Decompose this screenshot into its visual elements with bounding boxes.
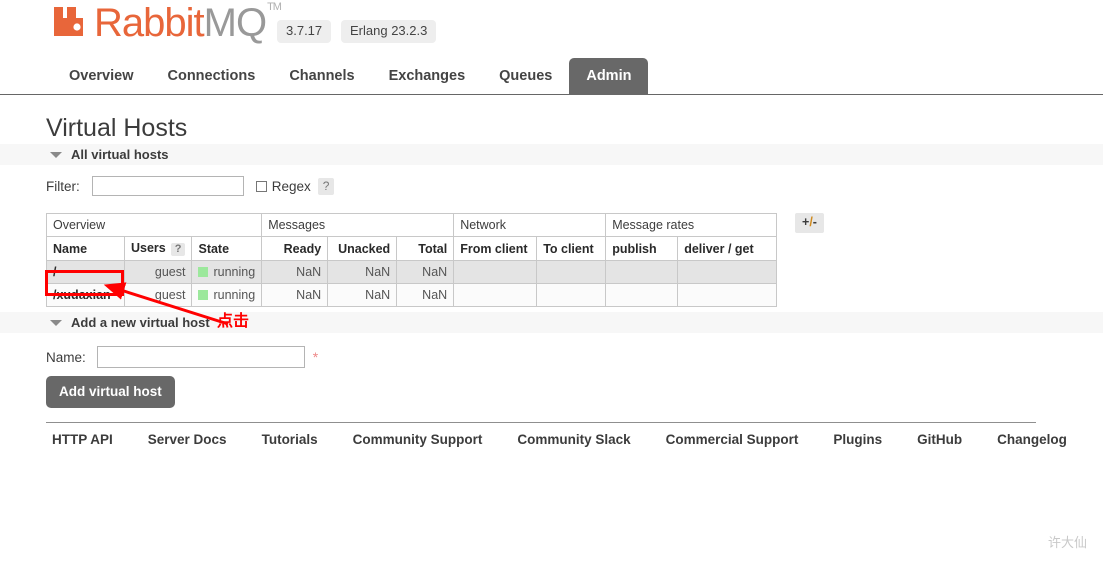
footer-link-commercial-support[interactable]: Commercial Support: [666, 432, 799, 447]
column-header-to-client[interactable]: To client: [536, 236, 607, 261]
chevron-down-icon: [50, 151, 62, 158]
logo-wordmark: RabbitMQTM: [94, 1, 282, 45]
column-header-unacked[interactable]: Unacked: [327, 236, 398, 261]
cell-messages-unacked: NaN: [327, 283, 398, 307]
cell-vhost-state: running: [191, 283, 263, 307]
cell-messages-ready: NaN: [261, 260, 329, 284]
column-header-deliver-get[interactable]: deliver / get: [677, 236, 778, 261]
virtual-hosts-table: Overview Messages Network Message rates …: [45, 213, 778, 307]
filter-row: Filter: Regex ?: [46, 176, 335, 196]
cell-network-from-client: [453, 283, 538, 307]
tab-connections[interactable]: Connections: [151, 58, 273, 95]
cell-vhost-state-label: running: [213, 288, 256, 302]
cell-messages-total: NaN: [396, 283, 455, 307]
logo-tm-mark: TM: [267, 1, 282, 13]
footer-link-changelog[interactable]: Changelog: [997, 432, 1067, 447]
footer-link-http-api[interactable]: HTTP API: [52, 432, 113, 447]
minus-icon: -: [812, 215, 817, 229]
cell-network-to-client: [536, 260, 607, 284]
table-row[interactable]: /xudaxian guest running NaN NaN NaN: [46, 283, 778, 307]
add-vhost-name-row: Name: *: [46, 346, 318, 368]
footer-link-server-docs[interactable]: Server Docs: [148, 432, 227, 447]
cell-messages-total: NaN: [396, 260, 455, 284]
chevron-down-icon: [50, 319, 62, 326]
column-header-publish[interactable]: publish: [605, 236, 679, 261]
footer-link-github[interactable]: GitHub: [917, 432, 962, 447]
annotation-click-label: 点击: [217, 311, 250, 330]
cell-vhost-users: guest: [123, 260, 193, 284]
erlang-version-badge: Erlang 23.2.3: [341, 20, 437, 43]
rabbitmq-logo-icon: [52, 3, 92, 43]
filter-label: Filter:: [46, 178, 80, 194]
name-label: Name:: [46, 349, 86, 365]
cell-vhost-users: guest: [123, 283, 193, 307]
regex-checkbox[interactable]: [255, 180, 267, 192]
column-header-total[interactable]: Total: [396, 236, 455, 261]
cell-vhost-name[interactable]: /: [46, 260, 125, 284]
cell-messages-unacked: NaN: [327, 260, 398, 284]
add-virtual-host-button[interactable]: Add virtual host: [46, 376, 175, 408]
group-header-network: Network: [453, 213, 607, 237]
page-title: Virtual Hosts: [46, 114, 188, 142]
cell-network-from-client: [453, 260, 538, 284]
tab-queues[interactable]: Queues: [482, 58, 569, 95]
column-header-users-label: Users: [131, 241, 166, 255]
column-header-ready[interactable]: Ready: [261, 236, 329, 261]
footer-link-tutorials[interactable]: Tutorials: [262, 432, 318, 447]
footer-link-community-support[interactable]: Community Support: [353, 432, 483, 447]
tab-exchanges[interactable]: Exchanges: [372, 58, 483, 95]
section-header-all-vhosts[interactable]: All virtual hosts: [0, 144, 1103, 165]
main-navigation: Overview Connections Channels Exchanges …: [0, 58, 1103, 95]
regex-label: Regex: [271, 178, 311, 194]
toggle-columns-button[interactable]: +/-: [795, 213, 824, 233]
footer-link-plugins[interactable]: Plugins: [833, 432, 882, 447]
column-header-name[interactable]: Name: [46, 236, 125, 261]
cell-vhost-state-label: running: [213, 265, 256, 279]
tab-admin[interactable]: Admin: [569, 58, 649, 95]
group-header-message-rates: Message rates: [605, 213, 778, 237]
footer-link-community-slack[interactable]: Community Slack: [517, 432, 630, 447]
cell-vhost-state: running: [191, 260, 263, 284]
table-column-header-row: Name Users? State Ready Unacked Total Fr…: [46, 236, 778, 261]
users-help-icon[interactable]: ?: [170, 243, 186, 256]
filter-input[interactable]: [91, 176, 244, 196]
status-indicator-icon: [198, 290, 209, 300]
section-header-add-vhost[interactable]: Add a new virtual host: [0, 312, 1103, 333]
rabbitmq-logo[interactable]: RabbitMQTM: [52, 1, 282, 45]
rabbitmq-management-page: RabbitMQTM 3.7.17 Erlang 23.2.3 Overview…: [0, 0, 1103, 561]
group-header-overview: Overview: [45, 213, 263, 237]
status-indicator-icon: [198, 267, 209, 277]
cell-rate-publish: [605, 260, 679, 284]
group-header-messages: Messages: [261, 213, 455, 237]
logo-rabbit-text: Rabbit: [94, 1, 205, 45]
version-badge: 3.7.17: [277, 20, 332, 43]
cell-rate-deliver-get: [677, 283, 778, 307]
cell-messages-ready: NaN: [261, 283, 329, 307]
table-row[interactable]: / guest running NaN NaN NaN: [46, 260, 778, 284]
column-header-users[interactable]: Users?: [123, 236, 193, 261]
section-label-add-vhost: Add a new virtual host: [71, 315, 210, 330]
cell-rate-publish: [605, 283, 679, 307]
cell-rate-deliver-get: [677, 260, 778, 284]
column-header-state[interactable]: State: [191, 236, 263, 261]
section-label-all-vhosts: All virtual hosts: [71, 147, 169, 162]
required-asterisk: *: [312, 349, 319, 365]
tab-channels[interactable]: Channels: [272, 58, 371, 95]
regex-help-icon[interactable]: ?: [317, 177, 335, 195]
watermark-label: 许大仙: [1048, 536, 1088, 551]
table-group-header-row: Overview Messages Network Message rates: [45, 213, 778, 237]
logo-mq-text: MQ: [203, 1, 267, 45]
nav-tab-list: Overview Connections Channels Exchanges …: [52, 58, 649, 95]
tab-overview[interactable]: Overview: [52, 58, 151, 95]
cell-network-to-client: [536, 283, 607, 307]
footer-divider: [46, 422, 1036, 423]
page-header: RabbitMQTM 3.7.17 Erlang 23.2.3: [0, 0, 1103, 56]
column-header-from-client[interactable]: From client: [453, 236, 538, 261]
cell-vhost-name[interactable]: /xudaxian: [46, 283, 125, 307]
vhost-name-input[interactable]: [96, 346, 305, 368]
footer-links: HTTP API Server Docs Tutorials Community…: [52, 432, 1102, 447]
